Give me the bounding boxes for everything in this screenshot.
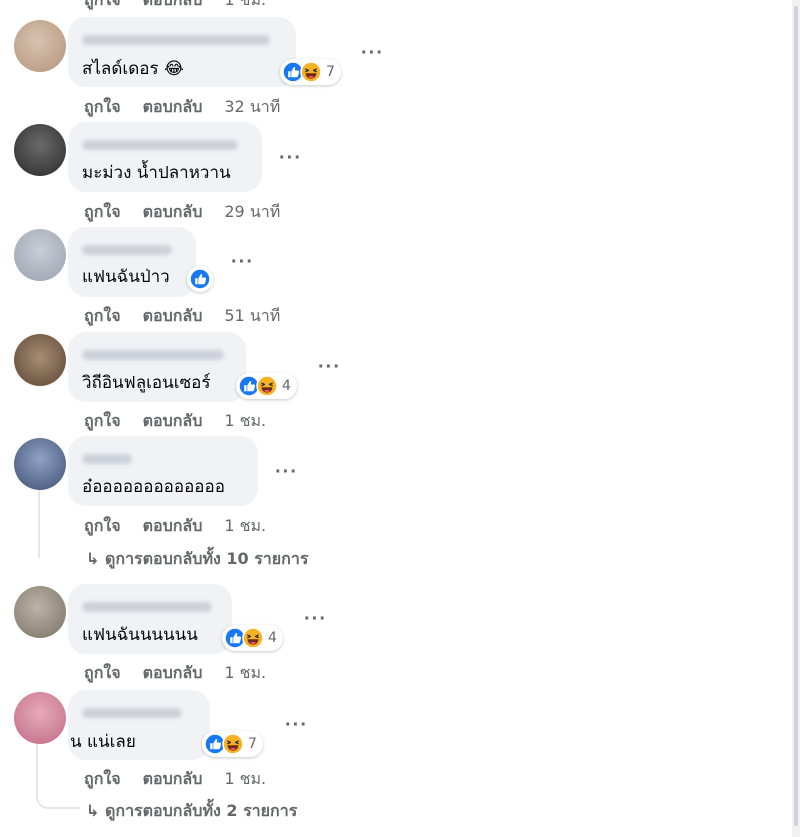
view-replies-link[interactable]: ↳ ดูการตอบกลับทั้ง 10 รายการ [86, 547, 308, 572]
ellipsis-icon[interactable]: ··· [231, 252, 254, 272]
reply-arrow-icon: ↳ [86, 549, 100, 568]
reply-button[interactable]: ตอบกลับ [143, 769, 203, 788]
ellipsis-icon[interactable]: ··· [279, 148, 302, 168]
author-name[interactable] [82, 245, 172, 255]
scrollbar-thumb[interactable] [794, 6, 798, 826]
author-name[interactable] [82, 602, 212, 612]
author-name[interactable] [82, 35, 270, 45]
comment-text: แฟนฉันป่าว [82, 267, 170, 287]
thumbs-up-icon [189, 268, 211, 290]
reaction-count: 4 [282, 378, 291, 394]
like-button[interactable]: ถูกใจ [84, 97, 121, 116]
like-button[interactable]: ถูกใจ [84, 411, 121, 430]
reaction-summary[interactable]: 7 [280, 59, 341, 85]
comment-text: อ๋อออออออออออออ [82, 477, 225, 497]
like-button[interactable]: ถูกใจ [84, 516, 121, 535]
comment-time[interactable]: 1 ชม. [224, 516, 266, 535]
avatar[interactable] [14, 586, 66, 638]
comment-actions: ถูกใจ ตอบกลับ 32 นาที [84, 95, 280, 120]
ellipsis-icon[interactable]: ··· [318, 357, 341, 377]
reply-button[interactable]: ตอบกลับ [143, 97, 203, 116]
avatar[interactable] [14, 229, 66, 281]
comment-text: มะม่วง น้ำปลาหวาน [82, 163, 231, 183]
ellipsis-icon[interactable]: ··· [275, 462, 298, 482]
comment-actions: ถูกใจ ตอบกลับ 51 นาที [84, 304, 280, 329]
avatar[interactable] [14, 124, 66, 176]
avatar[interactable] [14, 438, 66, 490]
comment-time[interactable]: 1 ชม. [224, 411, 266, 430]
avatar[interactable] [14, 334, 66, 386]
like-button[interactable]: ถูกใจ [84, 769, 121, 788]
avatar[interactable] [14, 692, 66, 744]
reply-arrow-icon: ↳ [86, 801, 100, 820]
ellipsis-icon[interactable]: ··· [361, 43, 384, 63]
comment-time[interactable]: 1 ชม. [224, 769, 266, 788]
reaction-summary[interactable]: 4 [222, 625, 283, 651]
reaction-count: 7 [248, 736, 257, 752]
reaction-summary[interactable]: 4 [236, 373, 297, 399]
comment-text: สไลด์เดอร 😂 [82, 59, 184, 79]
comment-actions: ถูกใจ ตอบกลับ 1 ชม. [84, 409, 266, 434]
comment-time[interactable]: 51 นาที [224, 306, 280, 325]
comment-time[interactable]: 29 นาที [224, 202, 280, 221]
ellipsis-icon[interactable]: ··· [304, 609, 327, 629]
reaction-summary[interactable]: 7 [202, 731, 263, 757]
comment-actions: ถูกใจ ตอบกลับ 1 ชม. [84, 661, 266, 686]
reaction-count: 7 [326, 64, 335, 80]
comment-time[interactable]: 1 ชม. [224, 0, 266, 9]
author-name[interactable] [82, 350, 224, 360]
laughing-face-icon [242, 627, 264, 649]
comment-time[interactable]: 32 นาที [224, 97, 280, 116]
reply-button[interactable]: ตอบกลับ [143, 663, 203, 682]
like-button[interactable]: ถูกใจ [84, 306, 121, 325]
avatar[interactable] [14, 20, 66, 72]
comment-text: น แน่เลย [70, 732, 136, 752]
like-button[interactable]: ถูกใจ [84, 0, 121, 9]
like-button[interactable]: ถูกใจ [84, 663, 121, 682]
comment-actions: ถูกใจ ตอบกลับ 1 ชม. [84, 514, 266, 539]
comment-actions: ถูกใจ ตอบกลับ 29 นาที [84, 200, 280, 225]
reply-button[interactable]: ตอบกลับ [143, 306, 203, 325]
comment-time[interactable]: 1 ชม. [224, 663, 266, 682]
like-button[interactable]: ถูกใจ [84, 202, 121, 221]
ellipsis-icon[interactable]: ··· [285, 715, 308, 735]
reply-button[interactable]: ตอบกลับ [143, 516, 203, 535]
reaction-count: 4 [268, 630, 277, 646]
reply-button[interactable]: ตอบกลับ [143, 411, 203, 430]
comment-actions: ถูกใจ ตอบกลับ 1 ชม. [84, 0, 266, 13]
laughing-face-icon [300, 61, 322, 83]
laughing-face-icon [222, 733, 244, 755]
reaction-summary[interactable] [187, 266, 213, 292]
view-replies-link[interactable]: ↳ ดูการตอบกลับทั้ง 2 รายการ [86, 799, 297, 824]
laughing-face-icon [256, 375, 278, 397]
comment-actions: ถูกใจ ตอบกลับ 1 ชม. [84, 767, 266, 792]
reply-button[interactable]: ตอบกลับ [143, 202, 203, 221]
comment-text: แฟนฉันนนนนน [82, 625, 198, 645]
reply-button[interactable]: ตอบกลับ [143, 0, 203, 9]
author-name[interactable] [82, 140, 238, 150]
author-name[interactable] [82, 454, 132, 464]
comment-text: วิถีอินฟลูเอนเซอร์ [82, 373, 211, 393]
author-name[interactable] [82, 708, 182, 718]
emoji-icon: 😂 [163, 59, 184, 79]
